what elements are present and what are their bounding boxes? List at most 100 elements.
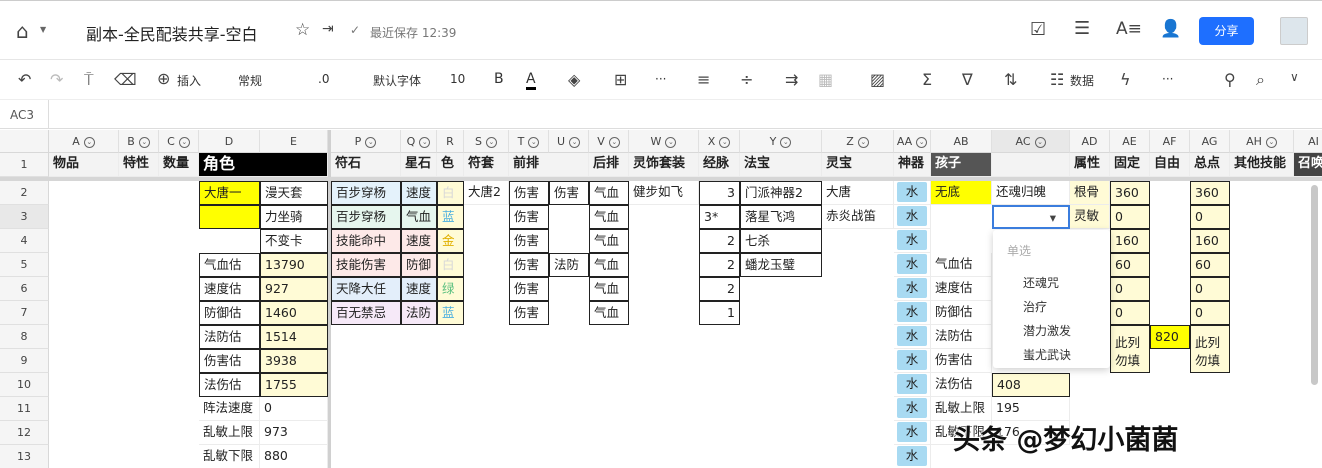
cell-u2[interactable]: 伤害 bbox=[549, 181, 589, 205]
undo-icon[interactable]: ↶ bbox=[18, 70, 31, 89]
cell-w1[interactable]: 灵饰套装 bbox=[629, 153, 699, 177]
column-filter-icon[interactable]: ⌄ bbox=[83, 136, 95, 148]
more-button-2[interactable]: ··· bbox=[1162, 72, 1173, 86]
artifact-cell[interactable]: 水 bbox=[894, 253, 931, 277]
cell-e8[interactable]: 1514 bbox=[260, 325, 328, 349]
cell-ab10[interactable]: 法伤估 bbox=[931, 373, 992, 397]
cell-ac10[interactable]: 408 bbox=[992, 373, 1070, 397]
vertical-align-icon[interactable]: ÷ bbox=[740, 70, 753, 89]
cell-e2[interactable]: 漫天套 bbox=[260, 181, 328, 205]
filter-icon[interactable]: ∇ bbox=[962, 70, 973, 89]
cell-x6[interactable]: 2 bbox=[699, 277, 740, 301]
cell-v1[interactable]: 后排 bbox=[589, 153, 629, 177]
cell-v5[interactable]: 气血 bbox=[589, 253, 629, 277]
row-header[interactable]: 9 bbox=[0, 349, 49, 373]
search-icon[interactable]: ⌕ bbox=[1256, 70, 1265, 90]
cell-d7[interactable]: 防御估 bbox=[199, 301, 260, 325]
cell-q3[interactable]: 气血 bbox=[401, 205, 437, 229]
column-filter-icon[interactable]: ⌄ bbox=[719, 136, 731, 148]
cell-r3[interactable]: 蓝 bbox=[437, 205, 464, 229]
cell-e12[interactable]: 973 bbox=[260, 421, 328, 445]
column-header-af[interactable]: AF bbox=[1150, 130, 1190, 153]
column-header-e[interactable]: E bbox=[260, 130, 328, 153]
column-header-y[interactable]: Y ⌄ bbox=[740, 130, 822, 153]
cell-p2[interactable]: 百步穿杨 bbox=[331, 181, 401, 205]
cell-d13[interactable]: 乱敏下限 bbox=[199, 445, 260, 468]
column-header-ah[interactable]: AH ⌄ bbox=[1230, 130, 1294, 153]
column-header-ac[interactable]: AC ⌄ bbox=[992, 130, 1070, 153]
cell-t6[interactable]: 伤害 bbox=[509, 277, 549, 301]
cell-z2[interactable]: 大唐 bbox=[822, 181, 894, 205]
cell-z1[interactable]: 灵宝 bbox=[822, 153, 894, 177]
cell-ad1[interactable]: 属性 bbox=[1070, 153, 1110, 177]
cell-d9[interactable]: 伤害估 bbox=[199, 349, 260, 373]
cell-x3[interactable]: 3* bbox=[699, 205, 740, 229]
fill-color-icon[interactable]: ◈ bbox=[568, 70, 580, 89]
column-filter-icon[interactable]: ⌄ bbox=[857, 136, 869, 148]
cell-p3[interactable]: 百步穿杨 bbox=[331, 205, 401, 229]
artifact-cell[interactable]: 水 bbox=[894, 301, 931, 325]
column-header-p[interactable]: P ⌄ bbox=[331, 130, 401, 153]
cell-e7[interactable]: 1460 bbox=[260, 301, 328, 325]
cell-ab9[interactable]: 伤害估 bbox=[931, 349, 992, 373]
cell-af8[interactable]: 820 bbox=[1150, 325, 1190, 349]
cell-y2[interactable]: 门派神器2 bbox=[740, 181, 822, 205]
cell-r6[interactable]: 绿 bbox=[437, 277, 464, 301]
cell-s2[interactable]: 大唐2 bbox=[464, 181, 509, 205]
sum-icon[interactable]: Σ bbox=[922, 70, 932, 89]
column-header-s[interactable]: S ⌄ bbox=[464, 130, 509, 153]
column-filter-icon[interactable]: ⌄ bbox=[178, 136, 190, 148]
column-filter-icon[interactable]: ⌄ bbox=[665, 136, 677, 148]
cell-d2[interactable]: 大唐一 bbox=[199, 181, 260, 205]
row-header[interactable]: 3 bbox=[0, 205, 49, 229]
row-header[interactable]: 1 bbox=[0, 153, 49, 177]
eraser-icon[interactable]: ⌫ bbox=[114, 70, 137, 89]
artifact-cell[interactable]: 水 bbox=[894, 349, 931, 373]
cell-d3[interactable] bbox=[199, 205, 260, 229]
cell-aa1[interactable]: 神器 bbox=[894, 153, 931, 177]
cell-ae3[interactable]: 0 bbox=[1110, 205, 1150, 229]
cell-r5[interactable]: 白 bbox=[437, 253, 464, 277]
cell-y1[interactable]: 法宝 bbox=[740, 153, 822, 177]
dropdown-option[interactable]: 潜力激发 bbox=[1023, 322, 1071, 339]
cell-e9[interactable]: 3938 bbox=[260, 349, 328, 373]
cell-ae6[interactable]: 0 bbox=[1110, 277, 1150, 301]
cell-d12[interactable]: 乱敏上限 bbox=[199, 421, 260, 445]
cell-q1[interactable]: 星石 bbox=[401, 153, 437, 177]
row-header[interactable]: 11 bbox=[0, 397, 49, 421]
dropdown-option[interactable]: 治疗 bbox=[1023, 298, 1047, 315]
cell-ag3[interactable]: 0 bbox=[1190, 205, 1230, 229]
row-header[interactable]: 5 bbox=[0, 253, 49, 277]
column-filter-icon[interactable]: ⌄ bbox=[608, 136, 620, 148]
column-header-ad[interactable]: AD bbox=[1070, 130, 1110, 153]
column-filter-icon[interactable]: ⌄ bbox=[569, 136, 581, 148]
data-button[interactable]: 数据 bbox=[1070, 72, 1094, 89]
column-filter-icon[interactable]: ⌄ bbox=[419, 136, 431, 148]
cell-ae8[interactable]: 此列勿填 bbox=[1110, 325, 1150, 373]
text-format-icon[interactable]: A≡ bbox=[1116, 19, 1142, 39]
menu-icon[interactable]: ☰ bbox=[1074, 18, 1090, 39]
cell-x4[interactable]: 2 bbox=[699, 229, 740, 253]
redo-icon[interactable]: ↷ bbox=[50, 70, 63, 89]
share-button[interactable]: 分享 bbox=[1199, 17, 1254, 45]
cell-t5[interactable]: 伤害 bbox=[509, 253, 549, 277]
artifact-cell[interactable]: 水 bbox=[894, 181, 931, 205]
cell-ae2[interactable]: 360 bbox=[1110, 181, 1150, 205]
cell-r1[interactable]: 色 bbox=[437, 153, 464, 177]
column-header-r[interactable]: R bbox=[437, 130, 464, 153]
cell-q6[interactable]: 速度 bbox=[401, 277, 437, 301]
conditional-format-icon[interactable]: ▨ bbox=[870, 70, 885, 89]
avatar[interactable] bbox=[1280, 17, 1308, 45]
cell-t1[interactable]: 前排 bbox=[509, 153, 589, 177]
column-header-x[interactable]: X ⌄ bbox=[699, 130, 740, 153]
cell-t7[interactable]: 伤害 bbox=[509, 301, 549, 325]
cell-d11[interactable]: 阵法速度 bbox=[199, 397, 260, 421]
cell-e11[interactable]: 0 bbox=[260, 397, 328, 421]
column-header-u[interactable]: U ⌄ bbox=[549, 130, 589, 153]
font-color-button[interactable]: A bbox=[526, 71, 536, 90]
font-select[interactable]: 默认字体 bbox=[373, 72, 421, 89]
artifact-cell[interactable]: 水 bbox=[894, 373, 931, 397]
cell-ab6[interactable]: 速度估 bbox=[931, 277, 992, 301]
select-all-corner[interactable] bbox=[0, 130, 49, 153]
cell-x5[interactable]: 2 bbox=[699, 253, 740, 277]
